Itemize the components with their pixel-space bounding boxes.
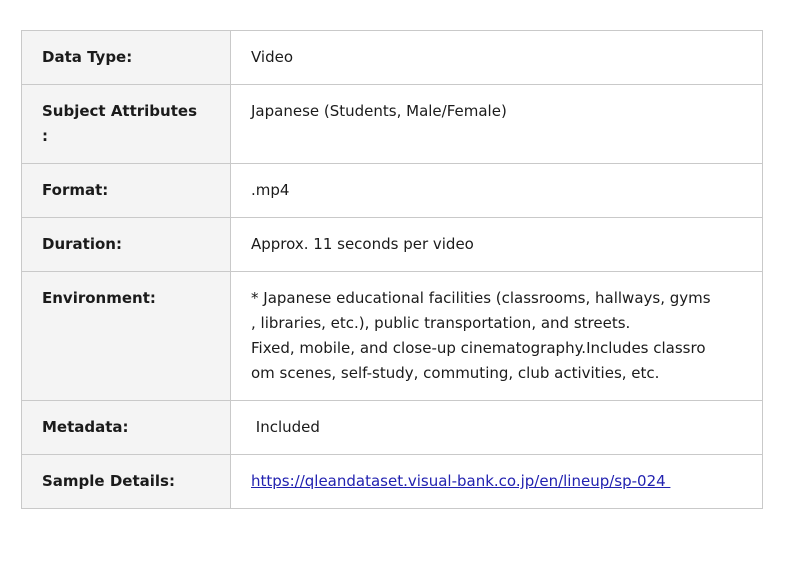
table-row-metadata: Metadata: Included — [22, 401, 763, 455]
sample-details-link[interactable]: https://qleandataset.visual-bank.co.jp/e… — [251, 472, 670, 490]
table-row-format: Format: .mp4 — [22, 164, 763, 218]
format-label: Format: — [22, 164, 231, 218]
environment-label: Environment: — [22, 272, 231, 401]
table-row-sample-details: Sample Details: https://qleandataset.vis… — [22, 455, 763, 509]
sample-details-value: https://qleandataset.visual-bank.co.jp/e… — [231, 455, 763, 509]
metadata-label: Metadata: — [22, 401, 231, 455]
table-row-data-type: Data Type: Video — [22, 31, 763, 85]
table-row-duration: Duration: Approx. 11 seconds per video — [22, 218, 763, 272]
subject-attributes-value: Japanese (Students, Male/Female) — [231, 85, 763, 164]
spec-table: Data Type: Video Subject Attributes : Ja… — [21, 30, 763, 509]
subject-attributes-label: Subject Attributes : — [22, 85, 231, 164]
duration-value: Approx. 11 seconds per video — [231, 218, 763, 272]
format-value: .mp4 — [231, 164, 763, 218]
data-type-label: Data Type: — [22, 31, 231, 85]
environment-value: * Japanese educational facilities (class… — [231, 272, 763, 401]
data-type-value: Video — [231, 31, 763, 85]
duration-label: Duration: — [22, 218, 231, 272]
metadata-value: Included — [231, 401, 763, 455]
table-row-subject-attributes: Subject Attributes : Japanese (Students,… — [22, 85, 763, 164]
table-row-environment: Environment: * Japanese educational faci… — [22, 272, 763, 401]
sample-details-label: Sample Details: — [22, 455, 231, 509]
